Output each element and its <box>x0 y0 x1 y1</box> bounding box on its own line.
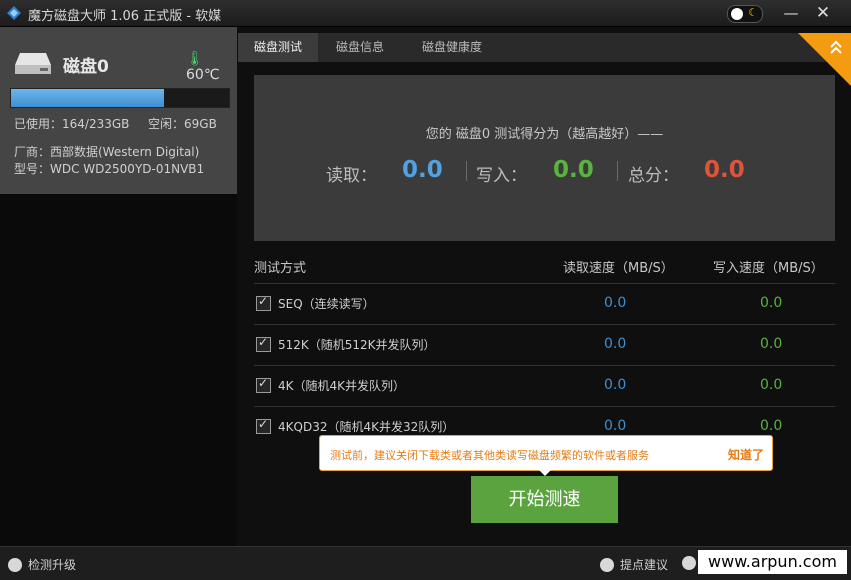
read-score-value: 0.0 <box>402 157 443 183</box>
window-title: 魔方磁盘大师 1.06 正式版 - 软媒 <box>28 5 221 24</box>
column-header-method: 测试方式 <box>254 257 306 276</box>
tab-disk-test[interactable]: 磁盘测试 <box>238 33 318 62</box>
write-score-value: 0.0 <box>553 157 594 183</box>
read-speed-value: 0.0 <box>604 295 626 311</box>
check-update-link[interactable]: 检测升级 <box>8 556 76 573</box>
read-speed-value: 0.0 <box>604 377 626 393</box>
feedback-link[interactable]: 提点建议 <box>600 556 668 573</box>
globe-icon <box>682 556 696 570</box>
read-speed-value: 0.0 <box>604 336 626 352</box>
read-score-label: 读取： <box>326 161 377 186</box>
column-header-write: 写入速度（MB/S） <box>713 257 824 276</box>
tooltip-text: 测试前，建议关闭下载类或者其他类读写磁盘频繁的软件或者服务 <box>330 447 649 463</box>
usage-bar-fill <box>11 89 164 107</box>
test-method-label: SEQ（连续读写） <box>278 295 375 312</box>
disk-info-panel: 磁盘0 🌡60℃ 已使用：164/233GB 空闲：69GB 厂商：西部数据(W… <box>0 27 237 194</box>
hard-disk-icon <box>14 49 52 77</box>
theme-toggle[interactable]: ☾ <box>727 5 763 23</box>
watermark: www.arpun.com <box>698 550 847 574</box>
usage-bar <box>10 88 230 108</box>
test-checkbox[interactable] <box>256 419 271 434</box>
column-header-read: 读取速度（MB/S） <box>563 257 674 276</box>
moon-icon: ☾ <box>748 6 758 19</box>
tab-disk-health[interactable]: 磁盘健康度 <box>402 33 502 62</box>
test-checkbox[interactable] <box>256 378 271 393</box>
used-space: 已使用：164/233GB <box>14 115 129 132</box>
temperature: 🌡60℃ <box>186 51 237 83</box>
upgrade-icon <box>8 558 22 572</box>
total-score-label: 总分： <box>628 161 679 186</box>
test-row: 4K（随机4K并发队列） 0.0 0.0 <box>254 365 835 406</box>
write-speed-value: 0.0 <box>760 336 782 352</box>
disk-name: 磁盘0 <box>63 52 109 77</box>
read-speed-value: 0.0 <box>604 418 626 434</box>
check-update-label: 检测升级 <box>28 558 76 572</box>
disk-model: 型号：WDC WD2500YD-01NVB1 <box>14 160 204 177</box>
start-test-button[interactable]: 开始测速 <box>471 476 618 523</box>
write-score-label: 写入： <box>476 161 527 186</box>
test-method-label: 4K（随机4K并发队列） <box>278 377 405 394</box>
feedback-label: 提点建议 <box>620 558 668 572</box>
test-method-label: 512K（随机512K并发队列） <box>278 336 436 353</box>
title-bar: 魔方磁盘大师 1.06 正式版 - 软媒 ☾ — ✕ <box>0 0 851 27</box>
minimize-button[interactable]: — <box>778 2 804 24</box>
score-panel: 您的 磁盘0 测试得分为（越高越好）—— 读取： 0.0 写入： 0.0 总分：… <box>254 75 835 241</box>
disk-vendor: 厂商：西部数据(Western Digital) <box>14 143 199 160</box>
test-checkbox[interactable] <box>256 296 271 311</box>
thermometer-icon: 🌡 <box>186 51 204 67</box>
warning-tooltip: 测试前，建议关闭下载类或者其他类读写磁盘频繁的软件或者服务 知道了 <box>319 435 773 471</box>
tab-disk-info[interactable]: 磁盘信息 <box>320 33 400 62</box>
test-method-label: 4KQD32（随机4K并发32队列） <box>278 418 454 435</box>
sidebar-empty-area <box>0 194 237 546</box>
score-caption: 您的 磁盘0 测试得分为（越高越好）—— <box>254 123 835 142</box>
app-logo-icon <box>6 5 22 21</box>
tooltip-arrow <box>538 469 552 476</box>
tab-bar: 磁盘测试 磁盘信息 磁盘健康度 <box>238 33 851 62</box>
write-speed-value: 0.0 <box>760 295 782 311</box>
feedback-icon <box>600 558 614 572</box>
score-divider <box>617 161 618 181</box>
write-speed-value: 0.0 <box>760 418 782 434</box>
test-row: SEQ（连续读写） 0.0 0.0 <box>254 283 835 324</box>
got-it-button[interactable]: 知道了 <box>728 446 764 463</box>
total-score-value: 0.0 <box>704 157 745 183</box>
test-row: 512K（随机512K并发队列） 0.0 0.0 <box>254 324 835 365</box>
free-space: 空闲：69GB <box>148 115 217 132</box>
test-checkbox[interactable] <box>256 337 271 352</box>
close-button[interactable]: ✕ <box>810 2 836 24</box>
temperature-value: 60℃ <box>186 67 220 83</box>
score-divider <box>466 161 467 181</box>
toggle-knob <box>731 8 743 20</box>
write-speed-value: 0.0 <box>760 377 782 393</box>
